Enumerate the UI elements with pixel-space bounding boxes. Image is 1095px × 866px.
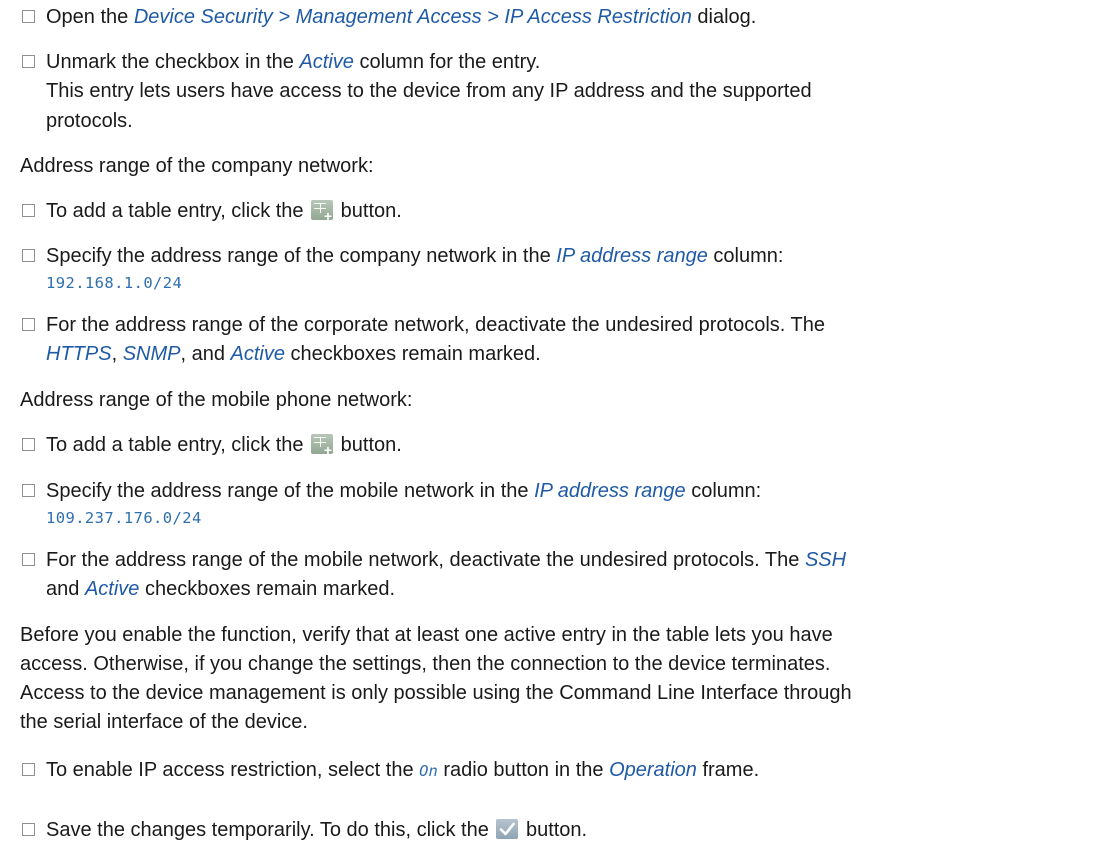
warning-text: Before you enable the function, verify t… <box>20 624 833 646</box>
step-deactivate-company-protocols-cont: HTTPS, SNMP, and Active checkboxes remai… <box>46 343 541 365</box>
step-specify-mobile-range: Specify the address range of the mobile … <box>46 480 762 502</box>
step-add-entry-company: To add a table entry, click the button. <box>46 199 402 223</box>
step-unmark-active-note-cont: protocols. <box>46 110 133 132</box>
step-checkbox[interactable] <box>22 438 35 451</box>
company-network-heading: Address range of the company network: <box>20 155 374 177</box>
step-specify-company-range: Specify the address range of the company… <box>46 245 784 267</box>
step-deactivate-mobile-protocols-cont: and Active checkboxes remain marked. <box>46 578 396 600</box>
warning-text: the serial interface of the device. <box>20 711 308 733</box>
step-open-dialog: Open the Device Security > Management Ac… <box>46 6 757 28</box>
checkmark-save-icon[interactable] <box>496 819 519 839</box>
step-checkbox[interactable] <box>22 204 35 217</box>
add-table-entry-icon[interactable] <box>311 434 334 457</box>
step-deactivate-mobile-protocols: For the address range of the mobile netw… <box>46 549 847 571</box>
step-unmark-active: Unmark the checkbox in the Active column… <box>46 51 541 73</box>
warning-text: Access to the device management is only … <box>20 682 852 704</box>
company-ip-range: 192.168.1.0/24 <box>46 274 183 292</box>
step-checkbox[interactable] <box>22 55 35 68</box>
step-checkbox[interactable] <box>22 823 35 836</box>
dialog-path: Device Security > Management Access > IP… <box>133 6 692 28</box>
step-unmark-active-note: This entry lets users have access to the… <box>46 80 812 102</box>
step-checkbox[interactable] <box>22 763 35 776</box>
step-checkbox[interactable] <box>22 553 35 566</box>
step-checkbox[interactable] <box>22 318 35 331</box>
add-table-entry-icon[interactable] <box>311 200 334 223</box>
warning-text: access. Otherwise, if you change the set… <box>20 653 831 675</box>
step-enable-restriction: To enable IP access restriction, select … <box>46 759 760 781</box>
mobile-ip-range: 109.237.176.0/24 <box>46 509 202 527</box>
mobile-network-heading: Address range of the mobile phone networ… <box>20 389 413 411</box>
step-checkbox[interactable] <box>22 249 35 262</box>
step-save-changes: Save the changes temporarily. To do this… <box>46 819 588 841</box>
step-add-entry-mobile: To add a table entry, click the button. <box>46 433 402 457</box>
step-checkbox[interactable] <box>22 484 35 497</box>
step-checkbox[interactable] <box>22 10 35 23</box>
step-deactivate-company-protocols: For the address range of the corporate n… <box>46 314 825 336</box>
on-radio-label: On <box>419 762 438 780</box>
